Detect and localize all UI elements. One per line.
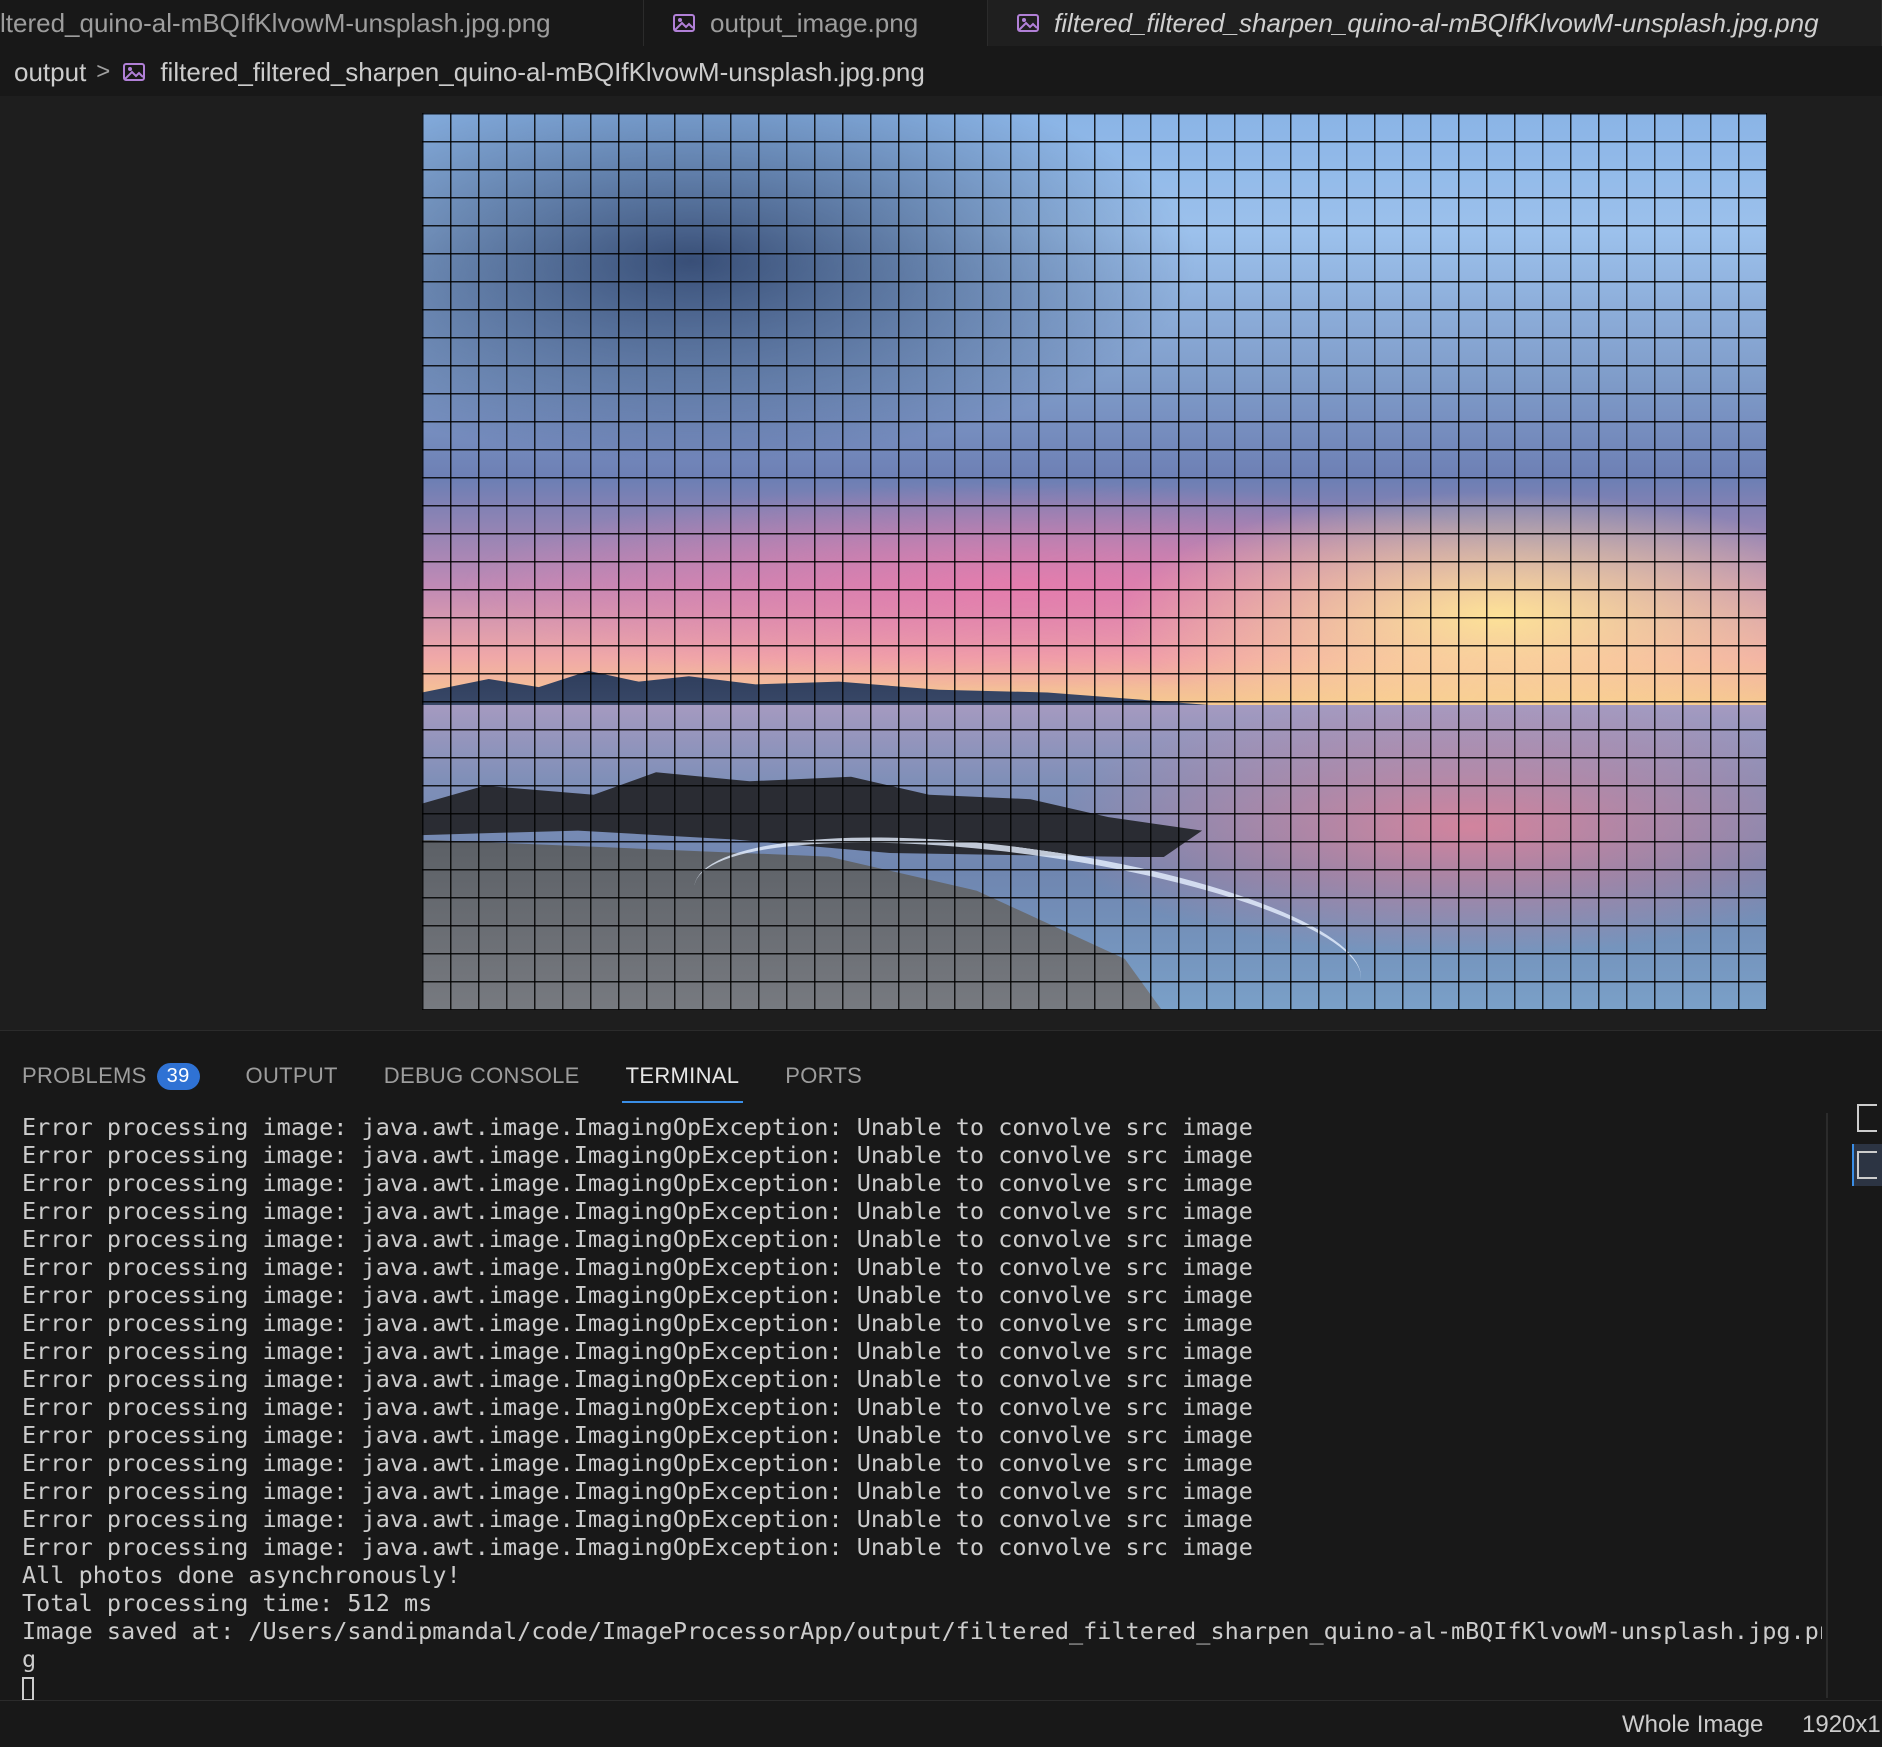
tab-label: output_image.png <box>710 7 919 38</box>
terminal-cursor-line <box>22 1673 1822 1701</box>
tab-label: ltered_quino-al-mBQIfKlvowM-unsplash.jpg… <box>0 7 551 38</box>
terminal-line: Error processing image: java.awt.image.I… <box>22 1113 1253 1141</box>
problems-count-badge: 39 <box>156 1062 200 1090</box>
tab-output[interactable]: OUTPUT <box>246 1053 338 1099</box>
terminal-line: Error processing image: java.awt.image.I… <box>22 1337 1253 1365</box>
terminal-line: Error processing image: java.awt.image.I… <box>22 1365 1253 1393</box>
image-icon <box>123 63 146 81</box>
terminal-line: Error processing image: java.awt.image.I… <box>22 1505 1253 1533</box>
breadcrumb: output > filtered_filtered_sharpen_quino… <box>14 52 925 92</box>
terminal-line: Error processing image: java.awt.image.I… <box>22 1169 1253 1197</box>
terminal-line: Error processing image: java.awt.image.I… <box>22 1449 1253 1477</box>
terminal-line: Error processing image: java.awt.image.I… <box>22 1141 1253 1169</box>
tab-ports[interactable]: PORTS <box>785 1053 862 1099</box>
tab-output-image[interactable]: output_image.png <box>644 0 988 46</box>
terminal-line: Image saved at: /Users/sandipmandal/code… <box>22 1617 1822 1645</box>
terminal-line: All photos done asynchronously! <box>22 1561 461 1589</box>
chevron-right-icon: > <box>96 58 111 85</box>
bottom-panel: PROBLEMS 39 OUTPUT DEBUG CONSOLE TERMINA… <box>0 1030 1882 1701</box>
terminal-line: g <box>22 1645 37 1673</box>
tab-debug-console-label: DEBUG CONSOLE <box>383 1063 580 1088</box>
tab-terminal-label: TERMINAL <box>625 1063 740 1088</box>
status-bar: Whole Image 1920x1 <box>0 1700 1882 1747</box>
image-icon <box>1017 14 1039 32</box>
terminal-line: Error processing image: java.awt.image.I… <box>22 1533 1253 1561</box>
terminal-line: Error processing image: java.awt.image.I… <box>22 1197 1253 1225</box>
terminal-line: Error processing image: java.awt.image.I… <box>22 1477 1253 1505</box>
tab-label: filtered_filtered_sharpen_quino-al-mBQIf… <box>1054 7 1819 38</box>
image-grid-overlay <box>422 113 1767 1010</box>
tab-problems-label: PROBLEMS <box>22 1063 147 1088</box>
terminal-line: Error processing image: java.awt.image.I… <box>22 1393 1253 1421</box>
breadcrumb-file[interactable]: filtered_filtered_sharpen_quino-al-mBQIf… <box>160 57 925 88</box>
panel-tab-bar: PROBLEMS 39 OUTPUT DEBUG CONSOLE TERMINA… <box>22 1053 908 1103</box>
terminal-line: Error processing image: java.awt.image.I… <box>22 1421 1253 1449</box>
breadcrumb-folder[interactable]: output <box>14 57 86 88</box>
tab-terminal[interactable]: TERMINAL <box>621 1053 743 1103</box>
tab-filtered-filtered-sharpen[interactable]: filtered_filtered_sharpen_quino-al-mBQIf… <box>988 0 1882 46</box>
image-preview-area <box>0 96 1882 1030</box>
preview-image[interactable] <box>422 113 1767 1010</box>
terminal-scrollbar[interactable] <box>1826 1113 1828 1698</box>
image-icon <box>673 14 695 32</box>
status-dimensions[interactable]: 1920x1 <box>1802 1711 1881 1739</box>
tab-ltered-quino[interactable]: ltered_quino-al-mBQIfKlvowM-unsplash.jpg… <box>0 0 644 46</box>
terminal-line: Error processing image: java.awt.image.I… <box>22 1281 1253 1309</box>
terminal-line: Error processing image: java.awt.image.I… <box>22 1225 1253 1253</box>
tab-problems[interactable]: PROBLEMS 39 <box>22 1053 200 1099</box>
terminal-line: Error processing image: java.awt.image.I… <box>22 1309 1253 1337</box>
terminal-line: Error processing image: java.awt.image.I… <box>22 1253 1253 1281</box>
terminal-line: Total processing time: 512 ms <box>22 1589 433 1617</box>
status-selection[interactable]: Whole Image <box>1622 1711 1763 1739</box>
terminal-cursor <box>22 1676 34 1701</box>
terminal-output[interactable]: Error processing image: java.awt.image.I… <box>22 1113 1822 1703</box>
editor-tab-bar: ltered_quino-al-mBQIfKlvowM-unsplash.jpg… <box>0 0 1882 46</box>
tab-output-label: OUTPUT <box>245 1063 338 1088</box>
tab-ports-label: PORTS <box>785 1063 863 1088</box>
terminal-instance-icon[interactable] <box>1857 1104 1877 1132</box>
terminal-instance-icon[interactable] <box>1857 1151 1877 1179</box>
tab-debug-console[interactable]: DEBUG CONSOLE <box>384 1053 580 1099</box>
